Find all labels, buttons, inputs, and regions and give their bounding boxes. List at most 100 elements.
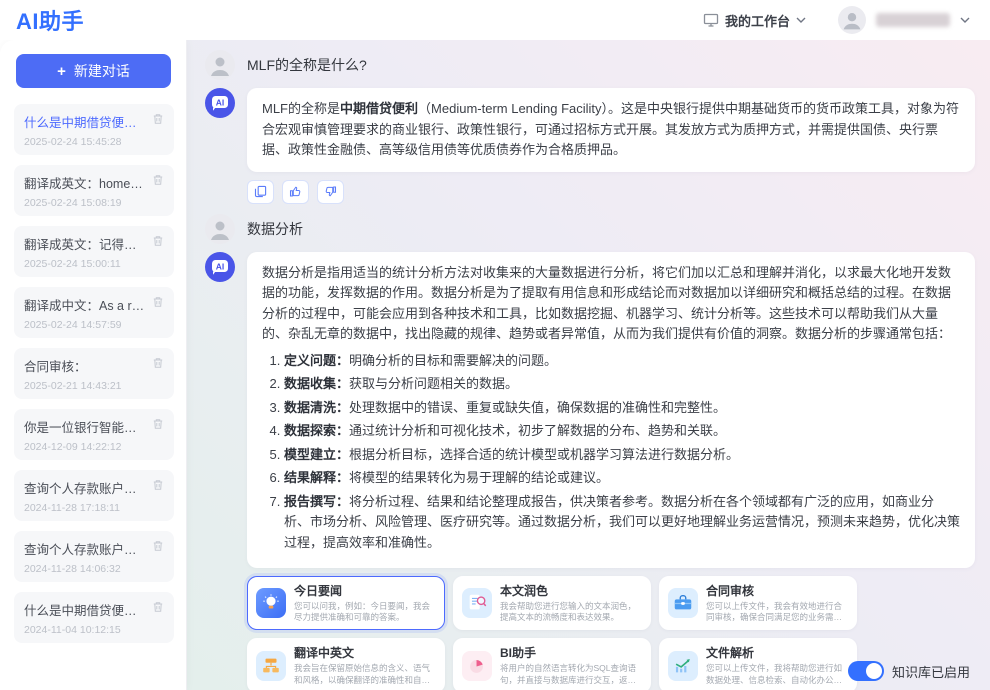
step-term: 报告撰写： [284, 494, 349, 509]
conversation-item[interactable]: 翻译成英文：记得刚开始... 2025-02-24 15:00:11 [14, 226, 174, 277]
conversation-item[interactable]: 翻译成英文：home home 2025-02-24 15:08:19 [14, 165, 174, 216]
conversation-item[interactable]: 查询个人存款账户的最新... 2024-11-28 14:06:32 [14, 531, 174, 582]
trash-icon[interactable] [152, 113, 164, 125]
chevron-down-icon [796, 17, 806, 23]
conversation-title: 翻译成英文：home home [24, 173, 146, 192]
conversation-time: 2024-11-04 10:12:15 [24, 624, 164, 636]
feature-desc: 您可以问我，例如：今日要闻，我会尽力提供准确和可靠的答案。 [294, 601, 436, 625]
chat-area: MLF的全称是什么? AI MLF的全称是中期借贷便利（Medium-term … [187, 40, 990, 690]
ai-message: AI MLF的全称是中期借贷便利（Medium-term Lending Fac… [187, 88, 990, 172]
knowledge-base-toggle-group: 知识库已启用 [848, 661, 970, 681]
app-logo: AI助手 [16, 4, 84, 36]
conversation-item[interactable]: 你是一位银行智能客服，... 2024-12-09 14:22:12 [14, 409, 174, 460]
doc-polish-icon [462, 588, 492, 618]
knowledge-base-label: 知识库已启用 [892, 662, 970, 681]
pie-chart-icon [462, 651, 492, 681]
feature-title: BI助手 [500, 644, 642, 661]
username-redacted[interactable] [876, 13, 950, 27]
trash-icon[interactable] [152, 296, 164, 308]
ai-message-card: 数据分析是指用适当的统计分析方法对收集来的大量数据进行分析，将它们加以汇总和理解… [247, 252, 975, 568]
conversation-title: 合同审核： [24, 356, 146, 375]
conversation-title: 什么是中期借贷便利... [24, 112, 146, 131]
feature-desc: 您可以上传文件，我将帮助您进行如数据处理、信息检索、自动化办公等。 [706, 663, 848, 687]
thumbs-up-icon[interactable] [282, 180, 309, 204]
trend-chart-icon [668, 651, 698, 681]
step-term: 定义问题： [284, 353, 349, 368]
message-actions [247, 180, 990, 204]
user-avatar [205, 214, 235, 244]
feature-desc: 我会帮助您进行您输入的文本润色，提高文本的流畅度和表达效果。 [500, 601, 642, 625]
conversation-title: 查询个人存款账户的最新... [24, 478, 146, 497]
copy-icon[interactable] [247, 180, 274, 204]
conversation-item[interactable]: 翻译成中文：As a reader... 2025-02-24 14:57:59 [14, 287, 174, 338]
trash-icon[interactable] [152, 235, 164, 247]
trash-icon[interactable] [152, 357, 164, 369]
step-term: 数据收集： [284, 376, 349, 391]
conversation-time: 2024-12-09 14:22:12 [24, 441, 164, 453]
feature-card-contract-review[interactable]: 合同审核 您可以上传文件，我会有效地进行合同审核，确保合同满足您的业务需求。 [659, 576, 857, 631]
conversation-title: 什么是中期借贷便利... [24, 600, 146, 619]
feature-title: 今日要闻 [294, 582, 436, 599]
user-message: MLF的全称是什么? [187, 50, 990, 80]
trash-icon[interactable] [152, 418, 164, 430]
trash-icon[interactable] [152, 174, 164, 186]
trash-icon[interactable] [152, 479, 164, 491]
user-message-text: MLF的全称是什么? [247, 50, 367, 80]
step-desc: 处理数据中的错误、重复或缺失值，确保数据的准确性和完整性。 [349, 400, 726, 415]
analysis-step: 数据清洗：处理数据中的错误、重复或缺失值，确保数据的准确性和完整性。 [284, 398, 960, 419]
new-chat-label: 新建对话 [74, 61, 130, 81]
workspace-menu[interactable]: 我的工作台 [703, 11, 806, 30]
feature-card-text-polish[interactable]: 本文润色 我会帮助您进行您输入的文本润色，提高文本的流畅度和表达效果。 [453, 576, 651, 631]
conversation-item[interactable]: 查询个人存款账户的最新... 2024-11-28 17:18:11 [14, 470, 174, 521]
conversation-item[interactable]: 合同审核： 2025-02-21 14:43:21 [14, 348, 174, 399]
step-desc: 通过统计分析和可视化技术，初步了解数据的分布、趋势和关联。 [349, 423, 726, 438]
top-bar: AI助手 我的工作台 [0, 0, 990, 40]
step-term: 结果解释： [284, 470, 349, 485]
conversation-list: 什么是中期借贷便利... 2025-02-24 15:45:28 翻译成英文：h… [0, 104, 186, 643]
feature-card-file-parse[interactable]: 文件解析 您可以上传文件，我将帮助您进行如数据处理、信息检索、自动化办公等。 [659, 638, 857, 690]
step-term: 模型建立： [284, 447, 349, 462]
thumbs-down-icon[interactable] [317, 180, 344, 204]
user-avatar [205, 50, 235, 80]
trash-icon[interactable] [152, 540, 164, 552]
conversation-time: 2025-02-24 14:57:59 [24, 319, 164, 331]
feature-card-today-news[interactable]: 今日要闻 您可以问我，例如：今日要闻，我会尽力提供准确和可靠的答案。 [247, 576, 445, 631]
monitor-icon [703, 12, 719, 28]
conversation-item[interactable]: 什么是中期借贷便利... 2025-02-24 15:45:28 [14, 104, 174, 155]
analysis-step: 数据探索：通过统计分析和可视化技术，初步了解数据的分布、趋势和关联。 [284, 421, 960, 442]
step-desc: 将模型的结果转化为易于理解的结论或建议。 [349, 470, 609, 485]
conversation-time: 2025-02-21 14:43:21 [24, 380, 164, 392]
conversation-time: 2025-02-24 15:45:28 [24, 136, 164, 148]
step-desc: 将分析过程、结果和结论整理成报告，供决策者参考。数据分析在各个领域都有广泛的应用… [284, 494, 960, 550]
step-desc: 明确分析的目标和需要解决的问题。 [349, 353, 557, 368]
feature-title: 文件解析 [706, 644, 848, 661]
analysis-step: 模型建立：根据分析目标，选择合适的统计模型或机器学习算法进行数据分析。 [284, 445, 960, 466]
new-chat-button[interactable]: + 新建对话 [16, 54, 171, 88]
feature-card-bi-assistant[interactable]: BI助手 将用户的自然语言转化为SQL查询语句，并直接与数据库进行交互，返回智能… [453, 638, 651, 690]
bulb-icon [256, 588, 286, 618]
analysis-steps: 定义问题：明确分析的目标和需要解决的问题。 数据收集：获取与分析问题相关的数据。… [284, 351, 960, 554]
conversation-title: 你是一位银行智能客服，... [24, 417, 146, 436]
analysis-step: 结果解释：将模型的结果转化为易于理解的结论或建议。 [284, 468, 960, 489]
feature-card-translate[interactable]: 翻译中英文 我会旨在保留原始信息的含义、语气和风格，以确保翻译的准确性和自然流畅… [247, 638, 445, 690]
conversation-item[interactable]: 什么是中期借贷便利... 2024-11-04 10:12:15 [14, 592, 174, 643]
trash-icon[interactable] [152, 601, 164, 613]
ai-answer-bold: 中期借贷便利 [340, 101, 418, 116]
user-message-text: 数据分析 [247, 214, 303, 244]
analysis-step: 报告撰写：将分析过程、结果和结论整理成报告，供决策者参考。数据分析在各个领域都有… [284, 492, 960, 554]
ai-message: AI 数据分析是指用适当的统计分析方法对收集来的大量数据进行分析，将它们加以汇总… [187, 252, 990, 568]
translate-icon [256, 651, 286, 681]
sidebar: + 新建对话 什么是中期借贷便利... 2025-02-24 15:45:28 [0, 40, 187, 690]
feature-desc: 您可以上传文件，我会有效地进行合同审核，确保合同满足您的业务需求。 [706, 601, 848, 625]
feature-desc: 我会旨在保留原始信息的含义、语气和风格，以确保翻译的准确性和自然流畅。 [294, 663, 436, 687]
feature-title: 合同审核 [706, 582, 848, 599]
feature-section: 今日要闻 您可以问我，例如：今日要闻，我会尽力提供准确和可靠的答案。 本文润色 … [247, 576, 975, 690]
feature-desc: 将用户的自然语言转化为SQL查询语句，并直接与数据库进行交互，返回智能推荐的图表… [500, 663, 642, 687]
conversation-time: 2024-11-28 14:06:32 [24, 563, 164, 575]
knowledge-base-toggle[interactable] [848, 661, 884, 681]
conversation-title: 翻译成英文：记得刚开始... [24, 234, 146, 253]
user-avatar[interactable] [838, 6, 866, 34]
conversation-time: 2024-11-28 17:18:11 [24, 502, 164, 514]
briefcase-icon [668, 588, 698, 618]
chevron-down-icon[interactable] [960, 17, 970, 23]
